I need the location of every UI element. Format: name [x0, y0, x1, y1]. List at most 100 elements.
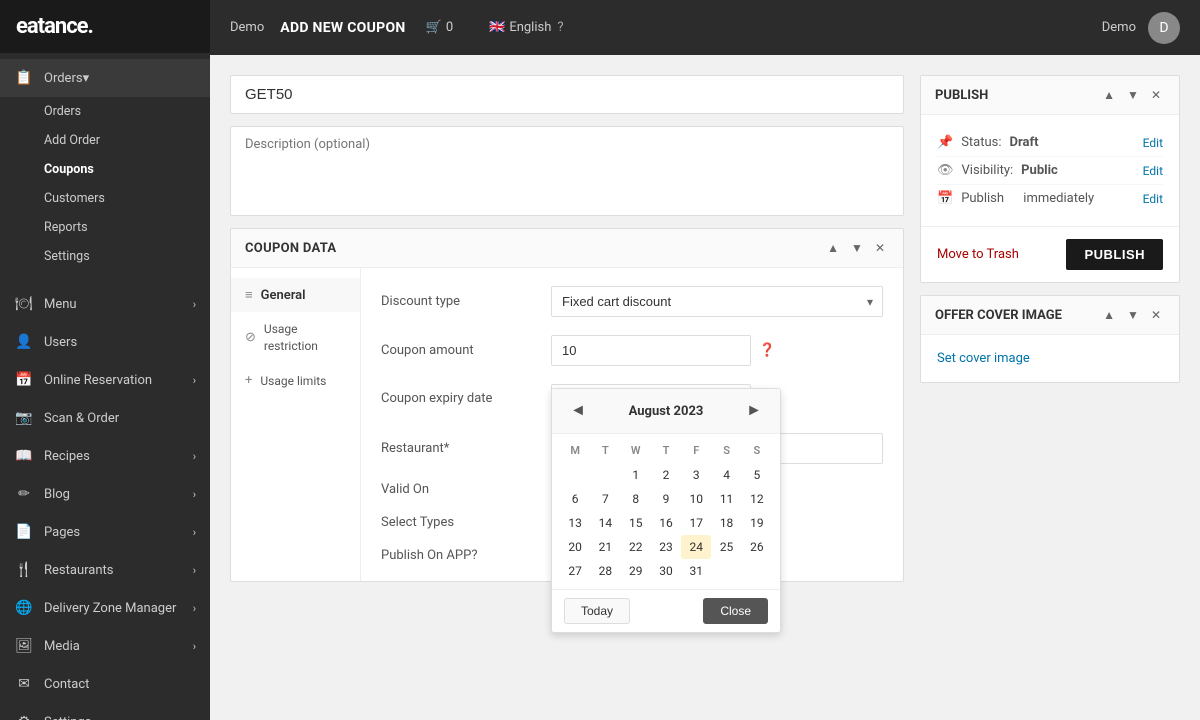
- calendar-next-btn[interactable]: ►: [742, 399, 766, 423]
- contact-icon: ✉: [14, 674, 34, 694]
- offer-cover-down-btn[interactable]: ▼: [1123, 306, 1143, 324]
- offer-cover-up-btn[interactable]: ▲: [1099, 306, 1119, 324]
- tab-usage-limits[interactable]: + Usage limits: [231, 364, 360, 399]
- publish-time-row: 📅 Publish immediately Edit: [937, 185, 1163, 212]
- cal-day-25[interactable]: 25: [711, 535, 741, 559]
- calendar-today-btn[interactable]: Today: [564, 598, 630, 624]
- cal-day-9[interactable]: 9: [651, 487, 681, 511]
- sidebar-item-add-order[interactable]: Add Order: [44, 126, 210, 155]
- sidebar-item-blog[interactable]: ✏ Blog ›: [0, 475, 210, 513]
- cal-day-2[interactable]: 2: [651, 463, 681, 487]
- move-to-trash-link[interactable]: Move to Trash: [937, 247, 1019, 262]
- topbar-avatar[interactable]: D: [1148, 12, 1180, 44]
- publish-down-btn[interactable]: ▼: [1123, 86, 1143, 104]
- offer-cover-close-btn[interactable]: ✕: [1147, 306, 1165, 324]
- sidebar-add-order-label: Add Order: [44, 133, 100, 148]
- calendar-close-btn[interactable]: Close: [703, 598, 768, 624]
- cal-day-15[interactable]: 15: [621, 511, 651, 535]
- topbar-help[interactable]: ?: [557, 20, 563, 35]
- cal-day-22[interactable]: 22: [621, 535, 651, 559]
- cal-day-12[interactable]: 12: [742, 487, 772, 511]
- sidebar-item-media[interactable]: 🖼 Media ›: [0, 627, 210, 665]
- cal-day-1[interactable]: 1: [621, 463, 651, 487]
- tab-general[interactable]: ≡ General: [231, 278, 360, 312]
- cal-day-empty2[interactable]: [590, 463, 620, 487]
- cal-day-31[interactable]: 31: [681, 559, 711, 583]
- topbar-language[interactable]: 🇬🇧 English ?: [489, 20, 563, 35]
- cal-day-21[interactable]: 21: [590, 535, 620, 559]
- cal-day-20[interactable]: 20: [560, 535, 590, 559]
- publish-actions: Move to Trash PUBLISH: [921, 226, 1179, 282]
- coupon-name-input[interactable]: [230, 75, 904, 114]
- sidebar-item-restaurants[interactable]: 🍴 Restaurants ›: [0, 551, 210, 589]
- topbar-cart[interactable]: 🛒 0: [426, 20, 454, 35]
- sidebar-item-settings[interactable]: ⚙ Settings ›: [0, 703, 210, 720]
- cal-day-empty1[interactable]: [560, 463, 590, 487]
- media-icon: 🖼: [14, 636, 34, 656]
- cal-day-4[interactable]: 4: [711, 463, 741, 487]
- sidebar-item-orders-list[interactable]: Orders: [44, 97, 210, 126]
- sidebar-item-settings-orders[interactable]: Settings: [44, 242, 210, 271]
- panel-up-btn[interactable]: ▲: [823, 239, 843, 257]
- sidebar-item-reports[interactable]: Reports: [44, 213, 210, 242]
- publish-status-edit[interactable]: Edit: [1143, 136, 1163, 150]
- sidebar-item-contact[interactable]: ✉ Contact: [0, 665, 210, 703]
- topbar-demo[interactable]: Demo: [230, 20, 264, 35]
- cal-day-24[interactable]: 24: [681, 535, 711, 559]
- scan-order-icon: 📷: [14, 408, 34, 428]
- cal-day-11[interactable]: 11: [711, 487, 741, 511]
- sidebar-item-coupons[interactable]: Coupons: [44, 155, 210, 184]
- coupon-amount-control: ❓: [551, 335, 883, 366]
- cal-day-10[interactable]: 10: [681, 487, 711, 511]
- sidebar-item-scan-order[interactable]: 📷 Scan & Order: [0, 399, 210, 437]
- panel-down-btn[interactable]: ▼: [847, 239, 867, 257]
- offer-cover-controls: ▲ ▼ ✕: [1099, 306, 1165, 324]
- sidebar-item-users[interactable]: 👤 Users: [0, 323, 210, 361]
- cal-day-18[interactable]: 18: [711, 511, 741, 535]
- sidebar-users-label: Users: [44, 335, 77, 350]
- cal-day-14[interactable]: 14: [590, 511, 620, 535]
- calendar-prev-btn[interactable]: ◄: [566, 399, 590, 423]
- cal-day-30[interactable]: 30: [651, 559, 681, 583]
- cal-day-23[interactable]: 23: [651, 535, 681, 559]
- cal-day-19[interactable]: 19: [742, 511, 772, 535]
- sidebar-item-pages[interactable]: 📄 Pages ›: [0, 513, 210, 551]
- visibility-icon: 👁: [937, 163, 954, 178]
- discount-type-select[interactable]: Percentage discount Fixed cart discount …: [551, 286, 883, 317]
- publish-up-btn[interactable]: ▲: [1099, 86, 1119, 104]
- sidebar-item-online-reservation[interactable]: 📅 Online Reservation ›: [0, 361, 210, 399]
- cal-day-16[interactable]: 16: [651, 511, 681, 535]
- coupon-amount-input[interactable]: [551, 335, 751, 366]
- sidebar-item-customers[interactable]: Customers: [44, 184, 210, 213]
- cal-day-17[interactable]: 17: [681, 511, 711, 535]
- cal-day-29[interactable]: 29: [621, 559, 651, 583]
- users-icon: 👤: [14, 332, 34, 352]
- cal-day-5[interactable]: 5: [742, 463, 772, 487]
- cal-day-27[interactable]: 27: [560, 559, 590, 583]
- tab-usage-restriction[interactable]: ⊘ Usage restriction: [231, 312, 360, 364]
- sidebar-item-orders[interactable]: 📋 Orders ▾: [0, 59, 210, 97]
- sidebar-item-recipes[interactable]: 📖 Recipes ›: [0, 437, 210, 475]
- publish-close-btn[interactable]: ✕: [1147, 86, 1165, 104]
- publish-time-edit[interactable]: Edit: [1143, 192, 1163, 206]
- logo: eatance.: [0, 0, 210, 53]
- coupon-amount-label: Coupon amount: [381, 343, 541, 358]
- cal-day-13[interactable]: 13: [560, 511, 590, 535]
- panel-close-btn[interactable]: ✕: [871, 239, 889, 257]
- publish-visibility-left: 👁 Visibility: Public: [937, 163, 1058, 178]
- set-cover-image-link[interactable]: Set cover image: [937, 351, 1030, 366]
- coupon-description-textarea[interactable]: [230, 126, 904, 216]
- panel-controls: ▲ ▼ ✕: [823, 239, 889, 257]
- cal-day-26[interactable]: 26: [742, 535, 772, 559]
- sidebar-coupons-label: Coupons: [44, 162, 94, 177]
- cal-day-8[interactable]: 8: [621, 487, 651, 511]
- cal-day-3[interactable]: 3: [681, 463, 711, 487]
- sidebar-item-menu[interactable]: 🍽 Menu ›: [0, 285, 210, 323]
- publish-button[interactable]: PUBLISH: [1066, 239, 1163, 270]
- sidebar-media-label: Media: [44, 639, 80, 654]
- cal-day-7[interactable]: 7: [590, 487, 620, 511]
- cal-day-28[interactable]: 28: [590, 559, 620, 583]
- cal-day-6[interactable]: 6: [560, 487, 590, 511]
- sidebar-item-delivery-zone-manager[interactable]: 🌐 Delivery Zone Manager ›: [0, 589, 210, 627]
- publish-visibility-edit[interactable]: Edit: [1143, 164, 1163, 178]
